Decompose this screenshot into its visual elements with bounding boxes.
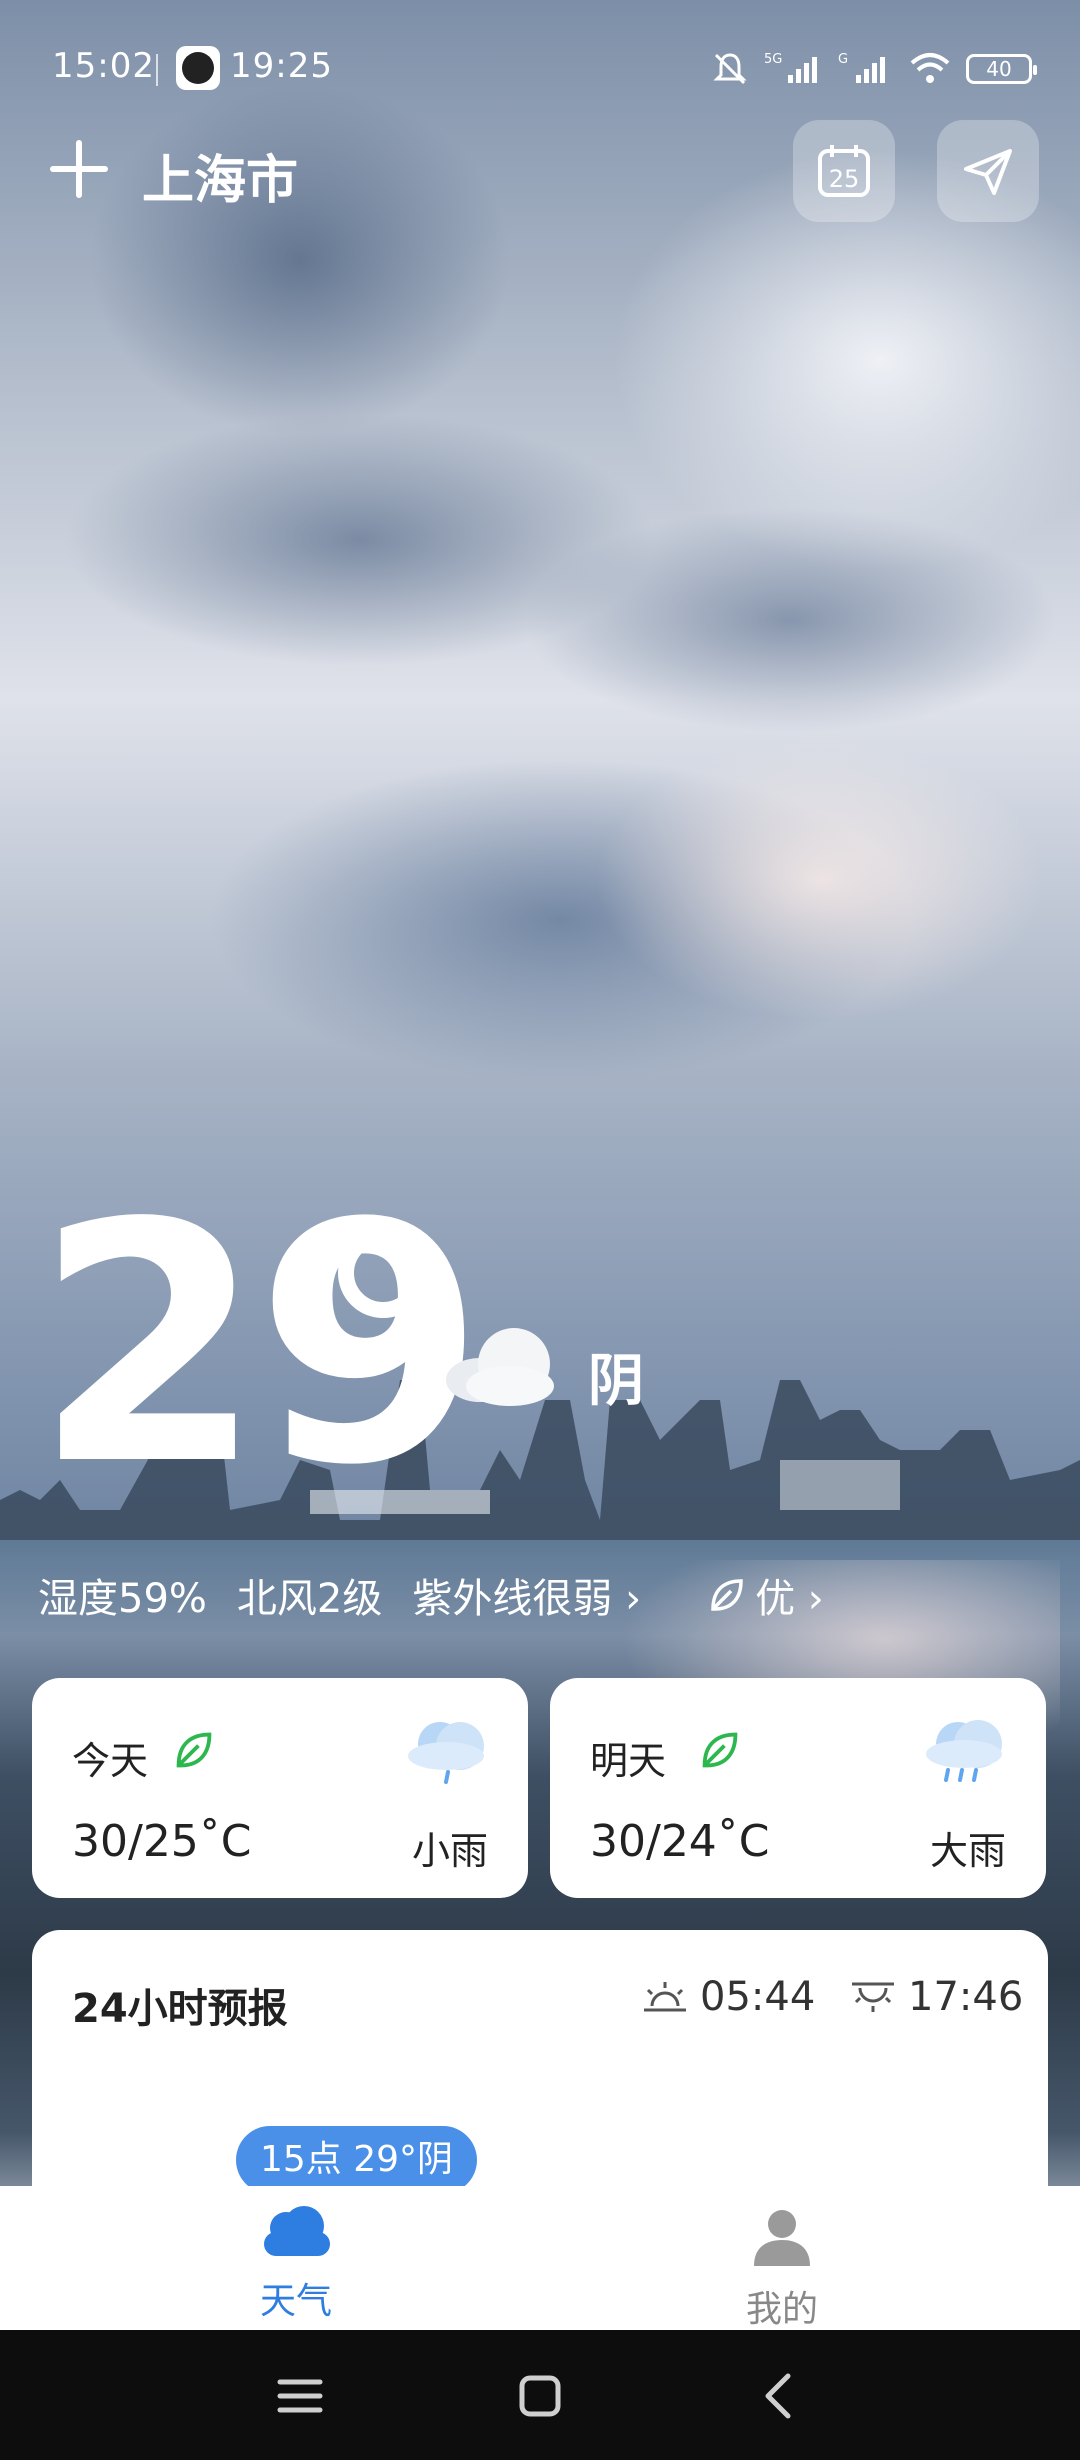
leaf-icon: [176, 1732, 212, 1768]
sunset-text: 17:46: [908, 1974, 1024, 2020]
nav-mine-label: 我的: [745, 2289, 818, 2330]
sunrise-text: 05:44: [700, 1974, 816, 2020]
tomorrow-forecast-card[interactable]: 明天 30/24˚C 大雨: [550, 1678, 1046, 1898]
card-weather-desc: 大雨: [929, 1829, 1006, 1873]
cloudy-icon: [446, 1328, 554, 1406]
card-day-label: 今天: [72, 1739, 149, 1783]
city-name[interactable]: 上海市: [142, 138, 298, 213]
uv-index-link[interactable]: 紫外线很弱 ›: [412, 1566, 641, 1624]
sunrise-time: 05:44: [642, 1974, 815, 2020]
mute-icon: [713, 53, 747, 85]
status-icons: 5G G 40: [710, 44, 1037, 94]
degree-symbol: [338, 1228, 428, 1318]
today-forecast-card[interactable]: 今天 30/25˚C 小雨: [32, 1678, 528, 1898]
leaf-icon: [702, 1732, 738, 1768]
battery-icon: 40: [966, 54, 1037, 84]
send-icon: [964, 149, 1012, 195]
add-city-icon[interactable]: [48, 138, 110, 200]
nav-weather-tab[interactable]: 天气: [196, 2204, 396, 2324]
header: 上海市 25: [0, 120, 1080, 230]
wifi-icon: [910, 53, 950, 83]
card-day-label: 明天: [590, 1739, 667, 1783]
nav-weather-label: 天气: [259, 2281, 332, 2322]
bottom-navigation: 天气 我的: [0, 2186, 1080, 2330]
share-button[interactable]: [937, 120, 1039, 222]
heavy-rain-icon: [926, 1720, 1002, 1782]
signal-g-icon: G: [838, 52, 885, 83]
current-condition: 阴: [588, 1349, 644, 1414]
card-weather-desc: 小雨: [411, 1829, 488, 1873]
card-temp-range: 30/25˚C: [72, 1816, 252, 1867]
air-quality-link[interactable]: 优 ›: [707, 1566, 824, 1624]
calendar-icon: 25: [818, 145, 870, 197]
status-time: 15:02: [52, 46, 155, 86]
svg-text:G: G: [838, 52, 848, 67]
back-icon[interactable]: [748, 2364, 812, 2428]
current-temperature: 29: [34, 1153, 485, 1537]
profile-icon: [754, 2210, 810, 2266]
sunset-time: 17:46: [850, 1974, 1023, 2020]
light-rain-icon: [408, 1722, 484, 1784]
clock-app-icon: [176, 46, 220, 90]
sunrise-icon: [644, 1982, 686, 2012]
wind-text: 北风2级: [236, 1576, 383, 1622]
calendar-button[interactable]: 25: [793, 120, 895, 222]
status-divider: [156, 54, 158, 86]
system-navigation-bar: [0, 2330, 1080, 2460]
svg-text:25: 25: [829, 165, 860, 193]
current-hour-pill: 15点 29°阴: [236, 2126, 478, 2194]
leaf-icon: [711, 1579, 743, 1611]
home-icon[interactable]: [508, 2364, 572, 2428]
menu-icon[interactable]: [268, 2364, 332, 2428]
weather-details-row: 湿度59% 北风2级 紫外线很弱 › 优 ›: [38, 1566, 824, 1624]
nav-mine-tab[interactable]: 我的: [682, 2204, 882, 2330]
sunset-icon: [852, 1982, 894, 2012]
app-screen: 15:02 19:25 5G G 40 上海市 25 29 阴 湿度59% 北风…: [0, 0, 1080, 2330]
svg-text:5G: 5G: [764, 52, 782, 67]
status-clock-time: 19:25: [230, 46, 333, 86]
card-temp-range: 30/24˚C: [590, 1816, 770, 1867]
status-bar: 15:02 19:25 5G G 40: [0, 40, 1080, 96]
signal-5g-icon: 5G: [764, 52, 817, 83]
air-quality-text: 优 ›: [755, 1576, 824, 1622]
humidity-text: 湿度59%: [38, 1576, 207, 1622]
hourly-title: 24小时预报: [72, 1986, 288, 2032]
cloud-icon: [264, 2206, 330, 2256]
